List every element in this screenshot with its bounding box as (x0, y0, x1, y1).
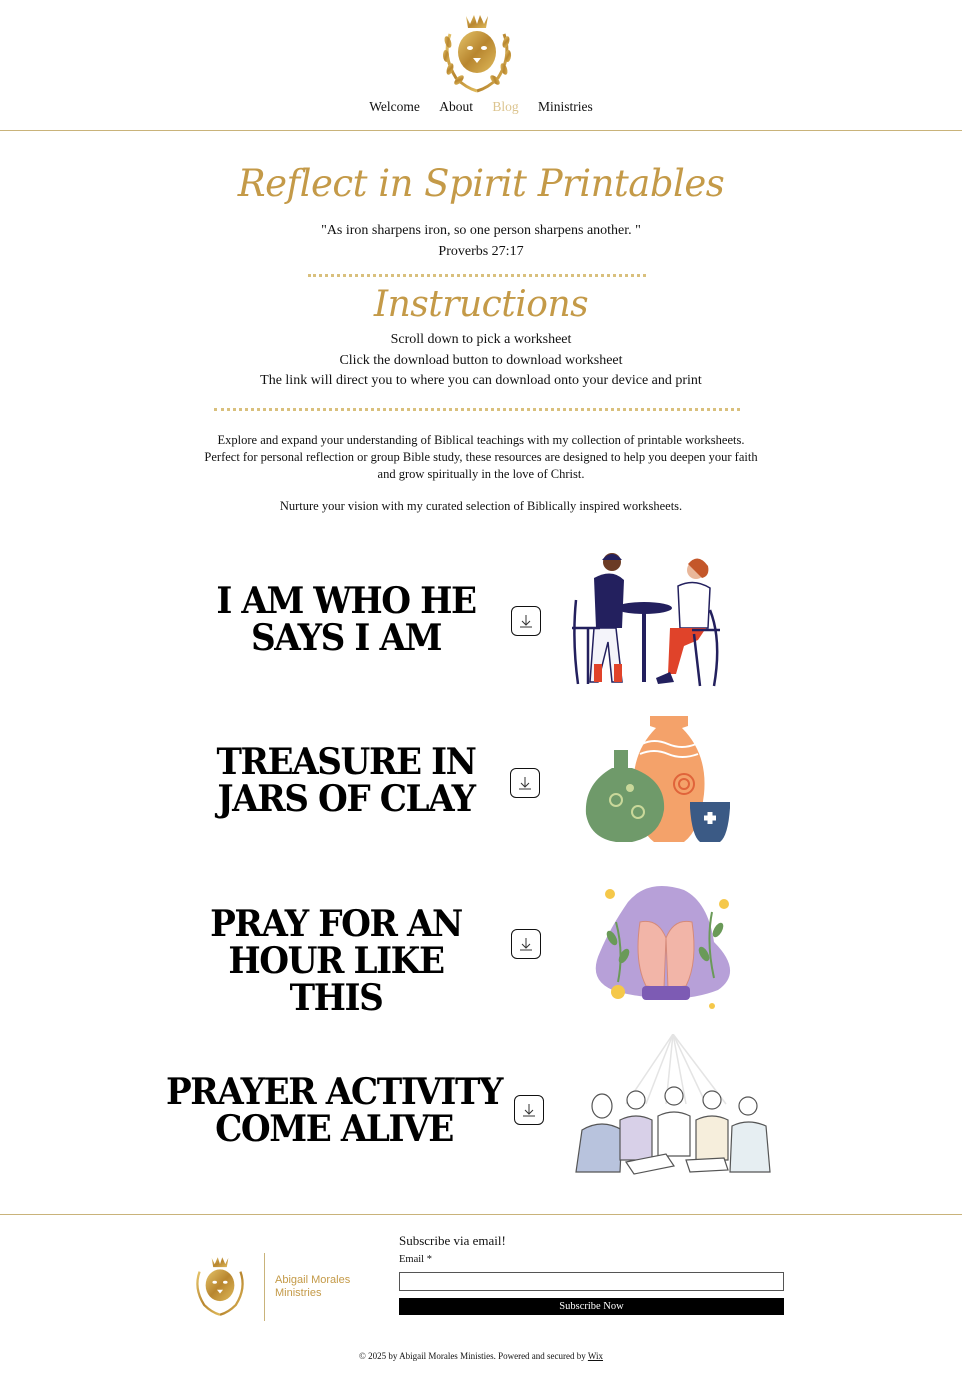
worksheet-title-line: HOUR LIKE THIS (228, 940, 445, 1019)
praying-hands-illustration (595, 886, 731, 1009)
instruction-line: Scroll down to pick a worksheet (390, 332, 572, 347)
intro-paragraph: Explore and expand your understanding of… (0, 432, 962, 483)
email-field[interactable] (399, 1272, 784, 1291)
download-icon (519, 777, 531, 790)
instruction-line: The link will direct you to where you ca… (260, 373, 702, 388)
scripture-quote: "As iron sharpens iron, so one person sh… (0, 220, 962, 262)
instructions-heading: Instructions (373, 284, 589, 325)
worksheet-title-line: TREASURE IN (216, 741, 477, 783)
subscribe-button[interactable]: Subscribe Now (399, 1298, 784, 1315)
footer-logo-divider (264, 1253, 265, 1321)
two-people-coffee-illustration (572, 553, 720, 687)
intro-tagline: Nurture your vision with my curated sele… (279, 499, 683, 513)
quote-text: "As iron sharpens iron, so one person sh… (321, 223, 641, 238)
download-button[interactable] (511, 929, 541, 959)
instructions-list: Scroll down to pick a worksheet Click th… (0, 330, 962, 392)
download-icon (523, 1104, 535, 1117)
footer-brand-name: Abigail Morales Ministries (275, 1274, 350, 1300)
worksheet-title: PRAYER ACTIVITY COME ALIVE (163, 1074, 505, 1148)
worksheet-title: I AM WHO HE SAYS I AM (204, 583, 489, 657)
instruction-line: Click the download button to download wo… (339, 352, 623, 368)
nav-item-about[interactable]: About (439, 99, 473, 115)
lion-crest-logo-icon[interactable] (436, 12, 518, 94)
download-button[interactable] (511, 606, 541, 636)
download-button[interactable] (510, 768, 540, 798)
worksheet-title-line: PRAY FOR AN (210, 903, 463, 945)
download-icon (520, 938, 532, 951)
group-prayer-illustration (575, 1034, 771, 1175)
worksheet-title: PRAY FOR AN HOUR LIKE THIS (194, 906, 479, 1017)
nav-item-welcome[interactable]: Welcome (369, 99, 420, 115)
lion-crest-logo-icon[interactable] (189, 1255, 251, 1317)
footer-brand-line: Ministries (275, 1287, 322, 1299)
worksheet-title-line: COME ALIVE (215, 1108, 454, 1150)
copyright-text: © 2025 by Abigail Morales Ministies. Pow… (0, 1351, 962, 1361)
site-footer: Abigail Morales Ministries Subscribe via… (0, 1214, 962, 1380)
intro-line: Perfect for personal reflection or group… (204, 450, 758, 464)
wix-link[interactable]: Wix (588, 1351, 603, 1361)
worksheet-title-line: SAYS I AM (250, 617, 442, 659)
quote-reference: Proverbs 27:17 (438, 244, 524, 259)
download-icon (520, 615, 532, 628)
intro-line: and grow spiritually in the love of Chri… (377, 467, 585, 481)
clay-jars-illustration (585, 716, 730, 842)
worksheet-title-line: JARS OF CLAY (217, 778, 476, 820)
copyright-label: © 2025 by Abigail Morales Ministies. Pow… (358, 1351, 588, 1361)
dotted-divider (308, 274, 646, 277)
email-label: Email * (399, 1254, 432, 1265)
subscribe-heading: Subscribe via email! (399, 1233, 506, 1248)
site-header: Welcome About Blog Ministries (0, 0, 962, 131)
worksheet-title-line: I AM WHO HE (216, 580, 477, 622)
nav-item-blog[interactable]: Blog (492, 99, 518, 115)
intro-line: Explore and expand your understanding of… (217, 433, 745, 447)
download-button[interactable] (514, 1095, 544, 1125)
dotted-divider (214, 408, 740, 411)
main-nav: Welcome About Blog Ministries (0, 99, 962, 115)
footer-brand-line: Abigail Morales (275, 1274, 351, 1286)
page-title: Reflect in Spirit Printables (237, 162, 725, 205)
worksheet-title: TREASURE IN JARS OF CLAY (204, 744, 489, 818)
nav-item-ministries[interactable]: Ministries (538, 99, 593, 115)
worksheet-title-line: PRAYER ACTIVITY (165, 1071, 503, 1113)
